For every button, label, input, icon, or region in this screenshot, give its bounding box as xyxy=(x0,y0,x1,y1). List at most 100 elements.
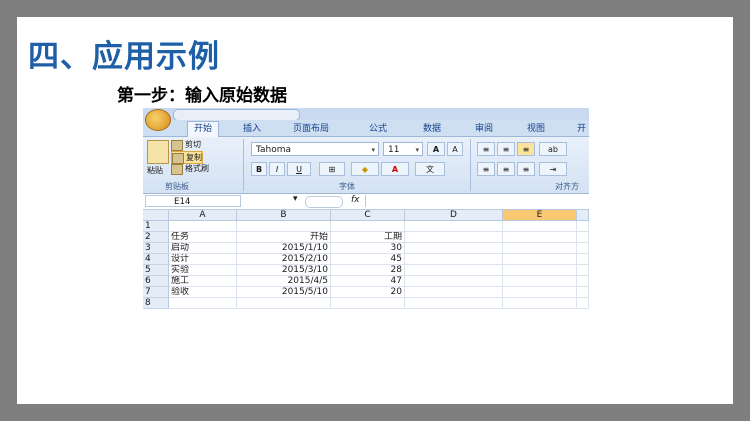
table-cell[interactable] xyxy=(577,287,589,298)
table-cell[interactable]: 2015/3/10 xyxy=(237,265,331,276)
table-cell[interactable] xyxy=(503,265,577,276)
column-header[interactable]: A xyxy=(169,210,237,221)
name-box[interactable]: E14 xyxy=(145,195,241,207)
table-cell[interactable] xyxy=(331,298,405,309)
table-cell[interactable] xyxy=(577,254,589,265)
row-header[interactable]: 5 xyxy=(143,265,169,276)
indent-icon[interactable]: ⇥ xyxy=(539,162,567,176)
table-cell[interactable] xyxy=(405,265,503,276)
table-cell[interactable] xyxy=(503,232,577,243)
table-cell[interactable] xyxy=(405,287,503,298)
table-cell[interactable] xyxy=(169,221,237,232)
paste-icon[interactable] xyxy=(147,140,169,164)
formula-controls xyxy=(305,196,343,208)
table-cell[interactable]: 2015/5/10 xyxy=(237,287,331,298)
table-cell[interactable]: 设计 xyxy=(169,254,237,265)
font-color-icon[interactable]: A xyxy=(381,162,409,176)
align-bottom-icon[interactable]: ≡ xyxy=(517,142,535,156)
tab-home[interactable]: 开始 xyxy=(187,121,220,137)
table-cell[interactable] xyxy=(577,232,589,243)
table-cell[interactable]: 验收 xyxy=(169,287,237,298)
table-cell[interactable] xyxy=(237,298,331,309)
tab-formulas[interactable]: 公式 xyxy=(369,122,387,136)
table-cell[interactable] xyxy=(503,298,577,309)
table-cell[interactable] xyxy=(503,243,577,254)
table-cell[interactable] xyxy=(237,221,331,232)
table-cell[interactable] xyxy=(405,221,503,232)
select-all-corner[interactable] xyxy=(143,210,169,221)
table-cell[interactable] xyxy=(503,221,577,232)
table-cell[interactable]: 30 xyxy=(331,243,405,254)
row-header[interactable]: 4 xyxy=(143,254,169,265)
formula-input[interactable] xyxy=(365,195,588,207)
table-cell[interactable] xyxy=(577,298,589,309)
column-header-selected[interactable]: E xyxy=(503,210,577,221)
tab-insert[interactable]: 插入 xyxy=(243,122,261,136)
align-left-icon[interactable]: ≡ xyxy=(477,162,495,176)
column-header[interactable]: C xyxy=(331,210,405,221)
font-name-select[interactable]: Tahoma ▾ xyxy=(251,142,379,156)
row-header[interactable]: 3 xyxy=(143,243,169,254)
table-cell[interactable] xyxy=(405,254,503,265)
table-cell[interactable]: 47 xyxy=(331,276,405,287)
table-cell[interactable] xyxy=(405,298,503,309)
table-cell[interactable]: 施工 xyxy=(169,276,237,287)
bold-icon[interactable]: B xyxy=(251,162,267,176)
table-cell[interactable]: 开始 xyxy=(237,232,331,243)
table-cell[interactable] xyxy=(577,221,589,232)
table-cell[interactable] xyxy=(405,276,503,287)
tab-page-layout[interactable]: 页面布局 xyxy=(293,122,329,136)
row-header[interactable]: 8 xyxy=(143,298,169,309)
tab-review[interactable]: 审阅 xyxy=(475,122,493,136)
tab-developer[interactable]: 开 xyxy=(577,122,586,136)
phonetic-icon[interactable]: 文 xyxy=(415,162,445,176)
table-cell[interactable] xyxy=(503,254,577,265)
table-cell[interactable]: 20 xyxy=(331,287,405,298)
table-cell[interactable]: 工期 xyxy=(331,232,405,243)
shrink-font-icon[interactable]: A xyxy=(447,142,463,156)
table-cell[interactable] xyxy=(405,243,503,254)
grow-font-icon[interactable]: A xyxy=(427,142,445,156)
align-middle-icon[interactable]: ≡ xyxy=(497,142,515,156)
italic-icon[interactable]: I xyxy=(269,162,285,176)
table-cell[interactable] xyxy=(577,265,589,276)
table-cell[interactable]: 2015/2/10 xyxy=(237,254,331,265)
align-right-icon[interactable]: ≡ xyxy=(517,162,535,176)
table-cell[interactable]: 28 xyxy=(331,265,405,276)
table-cell[interactable]: 2015/1/10 xyxy=(237,243,331,254)
fill-color-icon[interactable]: ◆ xyxy=(351,162,379,176)
table-cell[interactable] xyxy=(577,243,589,254)
orientation-icon[interactable]: ab xyxy=(539,142,567,156)
row-header[interactable]: 6 xyxy=(143,276,169,287)
table-cell[interactable] xyxy=(331,221,405,232)
table-cell[interactable]: 45 xyxy=(331,254,405,265)
column-header[interactable]: D xyxy=(405,210,503,221)
office-button-icon[interactable] xyxy=(145,109,171,131)
row-header[interactable]: 7 xyxy=(143,287,169,298)
table-cell[interactable] xyxy=(503,287,577,298)
row-header[interactable]: 1 xyxy=(143,221,169,232)
tab-data[interactable]: 数据 xyxy=(423,122,441,136)
font-size-select[interactable]: 11 ▾ xyxy=(383,142,423,156)
table-cell[interactable] xyxy=(169,298,237,309)
table-cell[interactable]: 实验 xyxy=(169,265,237,276)
border-icon[interactable]: ⊞ xyxy=(319,162,345,176)
underline-icon[interactable]: U xyxy=(287,162,311,176)
row-header[interactable]: 2 xyxy=(143,232,169,243)
table-cell[interactable]: 启动 xyxy=(169,243,237,254)
chevron-down-icon[interactable]: ▾ xyxy=(293,194,298,204)
table-cell[interactable]: 2015/4/5 xyxy=(237,276,331,287)
cut-button[interactable]: 剪切 xyxy=(171,139,201,151)
table-cell[interactable] xyxy=(503,276,577,287)
align-top-icon[interactable]: ≡ xyxy=(477,142,495,156)
format-painter-button[interactable]: 格式刷 xyxy=(171,163,209,175)
paste-button-label[interactable]: 粘贴 xyxy=(147,165,163,176)
table-cell[interactable]: 任务 xyxy=(169,232,237,243)
align-center-icon[interactable]: ≡ xyxy=(497,162,515,176)
tab-view[interactable]: 视图 xyxy=(527,122,545,136)
fx-icon[interactable]: fx xyxy=(351,195,360,205)
table-cell[interactable] xyxy=(405,232,503,243)
column-header[interactable]: B xyxy=(237,210,331,221)
table-cell[interactable] xyxy=(577,276,589,287)
column-header[interactable] xyxy=(577,210,589,221)
